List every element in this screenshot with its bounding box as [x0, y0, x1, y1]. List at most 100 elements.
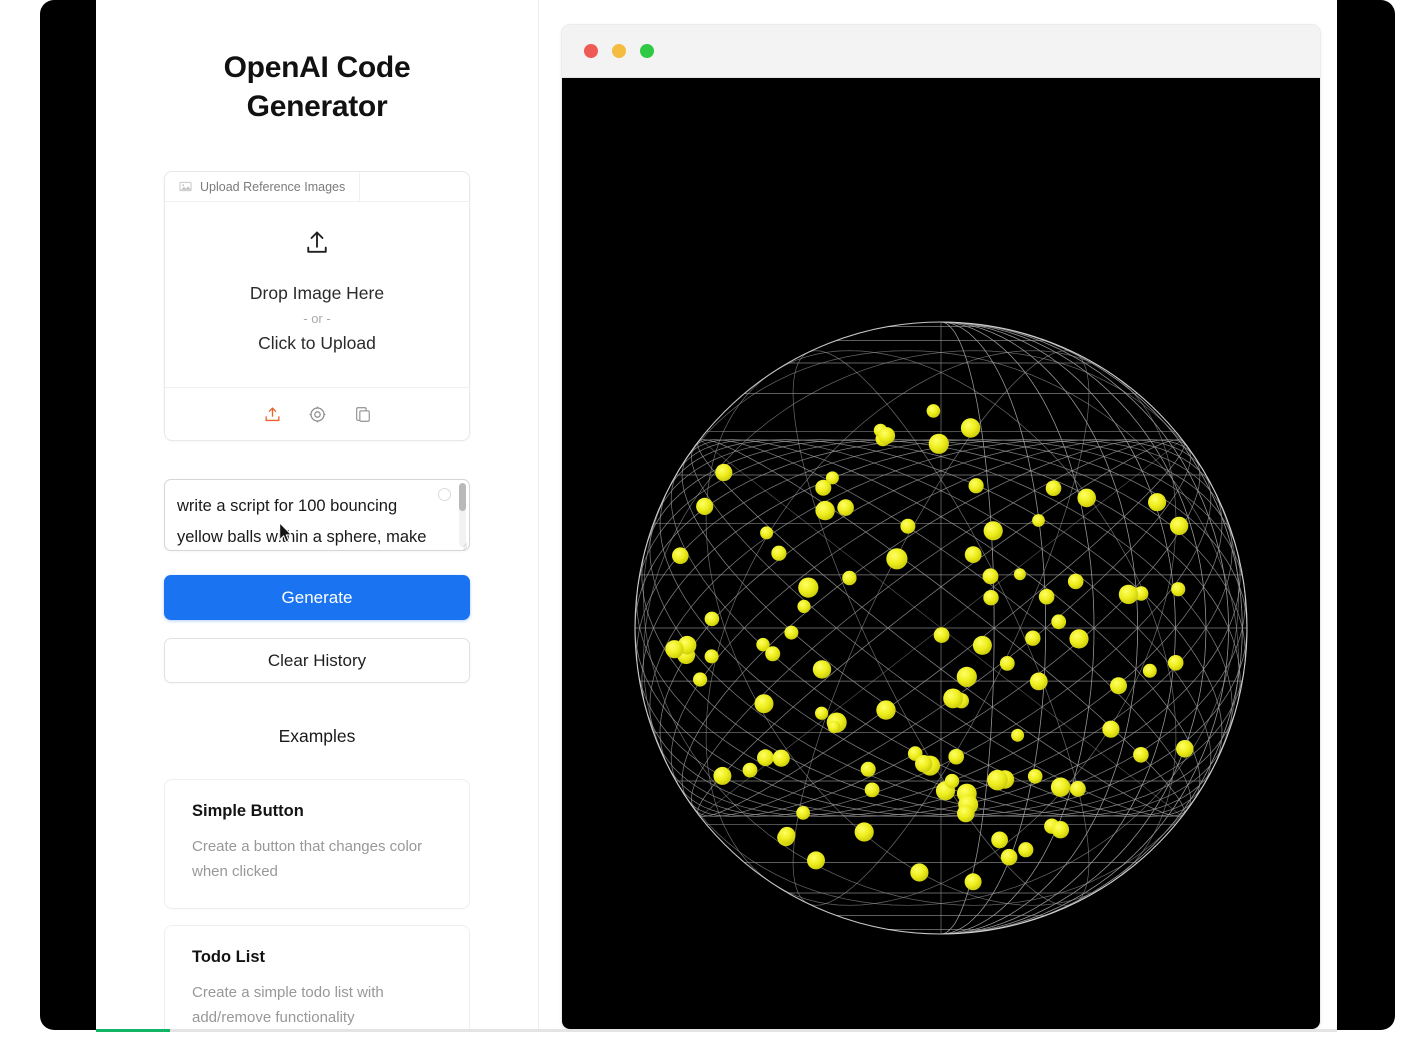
ball: [1133, 747, 1149, 763]
prompt-input-value: write a script for 100 bouncing yellow b…: [177, 497, 427, 546]
page-title: OpenAI Code Generator: [223, 51, 411, 123]
ball: [1069, 629, 1089, 649]
ball: [878, 427, 896, 445]
ball: [798, 577, 819, 598]
ball: [944, 773, 960, 789]
generate-button[interactable]: Generate: [164, 575, 470, 620]
ball: [1029, 672, 1048, 691]
ball: [704, 611, 720, 627]
ball: [864, 782, 880, 798]
ball: [983, 590, 999, 606]
ball: [807, 851, 825, 870]
ball: [960, 418, 981, 438]
ball: [1169, 516, 1189, 536]
ball: [812, 660, 832, 679]
ball: [1050, 777, 1071, 797]
prompt-input[interactable]: write a script for 100 bouncing yellow b…: [164, 479, 470, 551]
ball: [796, 806, 810, 820]
ball: [860, 761, 876, 777]
upload-actions-bar: [165, 388, 469, 440]
ball: [757, 749, 774, 767]
zoom-window-button[interactable]: [640, 44, 654, 58]
minimize-window-button[interactable]: [612, 44, 626, 58]
ball: [928, 433, 949, 454]
dropzone[interactable]: Drop Image Here - or - Click to Upload: [165, 202, 469, 388]
preview-window: [561, 24, 1321, 1030]
ball: [1142, 663, 1157, 678]
ball: [957, 804, 975, 823]
screen-root: OpenAI Code Generator Upload Reference I…: [0, 0, 1412, 1050]
ball: [778, 826, 796, 844]
clipboard-icon[interactable]: [353, 405, 372, 424]
ball: [713, 766, 732, 785]
upload-tray-icon[interactable]: [263, 405, 282, 424]
vertical-scrollbar[interactable]: [459, 483, 466, 547]
ball: [1025, 630, 1041, 646]
ball: [991, 831, 1008, 849]
progress-bar-fill: [96, 1029, 171, 1032]
letterbox-right: [1337, 0, 1395, 1030]
examples-list: Simple Button Create a button that chang…: [164, 779, 470, 1030]
example-card-todo-list[interactable]: Todo List Create a simple todo list with…: [164, 925, 470, 1030]
ball: [987, 769, 1008, 791]
ball: [1167, 655, 1184, 671]
ball: [754, 694, 774, 714]
ball: [972, 635, 992, 655]
ball: [1027, 769, 1043, 784]
clear-circle-icon[interactable]: [438, 488, 451, 501]
ball: [837, 499, 854, 516]
ball: [964, 546, 982, 563]
ball: [982, 568, 999, 585]
example-title: Todo List: [192, 948, 266, 966]
clear-history-button[interactable]: Clear History: [164, 638, 470, 683]
tab-upload-reference-images[interactable]: Upload Reference Images: [165, 172, 361, 201]
app-container: OpenAI Code Generator Upload Reference I…: [96, 0, 1337, 1030]
ball: [1110, 677, 1127, 695]
camera-icon[interactable]: [308, 405, 327, 424]
ball: [933, 627, 950, 643]
example-title: Simple Button: [192, 802, 304, 820]
example-description: Create a simple todo list with add/remov…: [192, 984, 384, 1026]
ball: [815, 706, 829, 720]
resize-grip-icon[interactable]: [458, 539, 467, 548]
dropzone-click-label: Click to Upload: [258, 333, 376, 353]
ball: [910, 863, 929, 882]
dropzone-primary-label: Drop Image Here: [249, 283, 385, 303]
example-description: Create a button that changes color when …: [192, 838, 423, 880]
upload-tab-label: Upload Reference Images: [200, 179, 346, 194]
sidebar: OpenAI Code Generator Upload Reference I…: [96, 0, 539, 1030]
ball: [771, 545, 787, 561]
close-window-button[interactable]: [584, 44, 598, 58]
ball: [772, 749, 790, 767]
ball: [964, 873, 982, 891]
ball: [765, 646, 781, 662]
scrollbar-thumb[interactable]: [459, 483, 466, 511]
ball: [815, 500, 835, 521]
dropzone-or-label: - or -: [303, 311, 331, 326]
ball: [1032, 514, 1045, 527]
ball: [797, 599, 811, 614]
ball: [1011, 728, 1025, 742]
ball: [1038, 588, 1055, 605]
ball: [956, 666, 977, 688]
progress-bar-track: [96, 1029, 1337, 1032]
letterbox-left: [40, 0, 96, 1030]
ball: [926, 404, 941, 418]
ball: [999, 656, 1015, 671]
ball: [696, 497, 714, 515]
upload-reference-images-panel[interactable]: Upload Reference Images Drop Image Here …: [164, 171, 470, 441]
ball: [1118, 584, 1139, 605]
ball: [784, 625, 799, 640]
ball: [693, 672, 708, 687]
simulation-canvas[interactable]: [562, 78, 1320, 1029]
ball: [1077, 488, 1096, 508]
ball: [672, 547, 689, 564]
ball: [842, 570, 857, 586]
ball: [1148, 493, 1167, 512]
prompt-area: write a script for 100 bouncing yellow b…: [164, 479, 470, 551]
wireframe-sphere-visualization: [591, 78, 1291, 1029]
example-card-simple-button[interactable]: Simple Button Create a button that chang…: [164, 779, 470, 909]
upload-tabbar: Upload Reference Images: [165, 172, 469, 202]
ball: [1045, 480, 1062, 497]
ball: [742, 762, 758, 778]
